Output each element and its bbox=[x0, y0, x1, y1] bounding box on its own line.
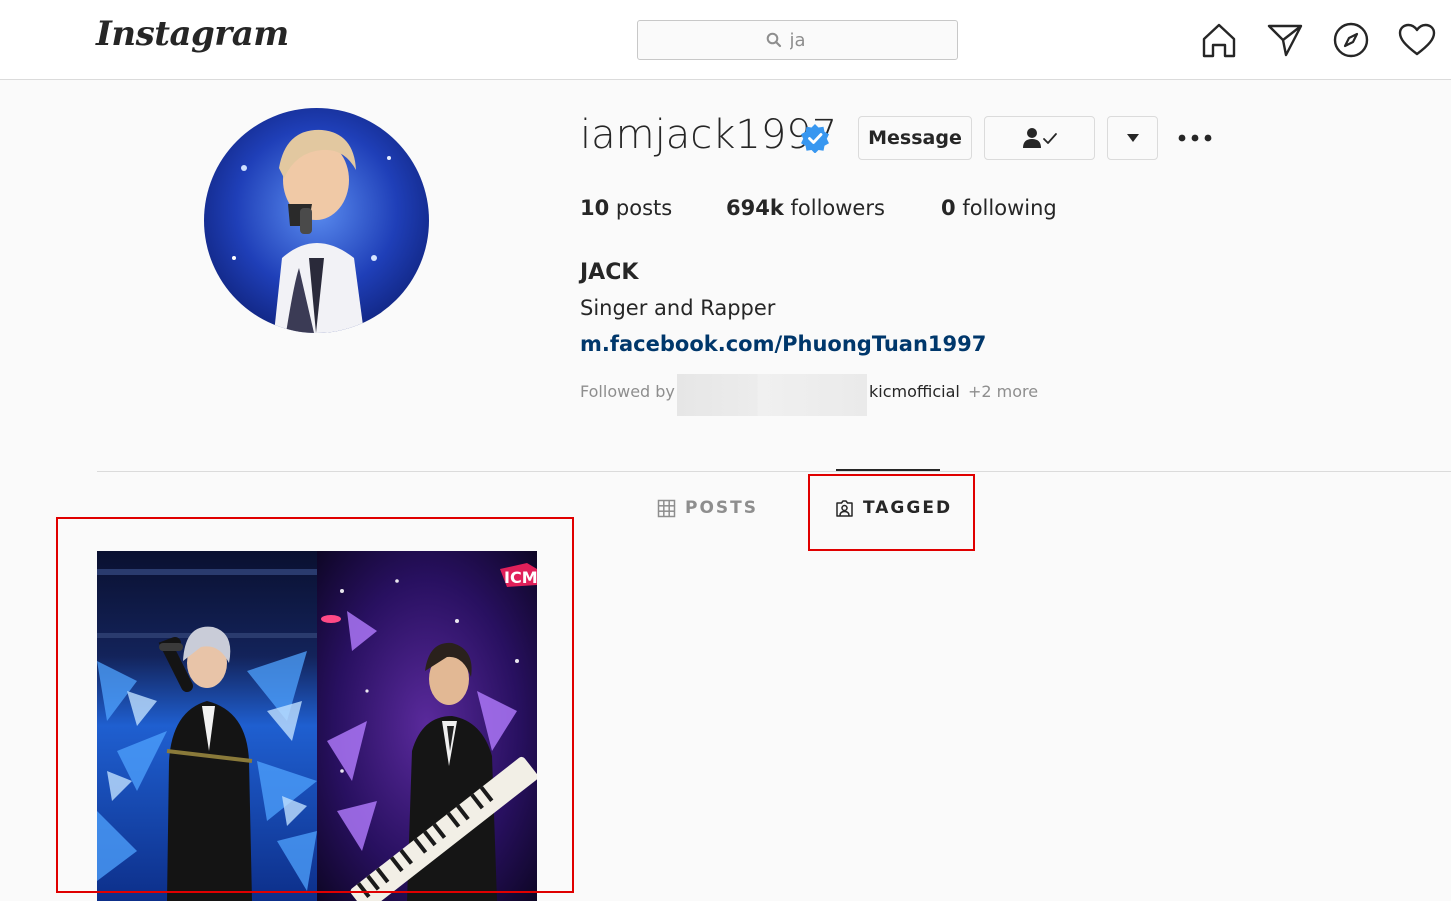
profile-full-name: JACK bbox=[580, 260, 639, 285]
posts-count: 10 bbox=[580, 196, 610, 220]
followers-label: followers bbox=[790, 196, 885, 220]
avatar-photo bbox=[204, 108, 429, 333]
home-icon[interactable] bbox=[1199, 20, 1239, 60]
verified-badge-icon bbox=[801, 124, 829, 153]
suggested-accounts-dropdown-button[interactable] bbox=[1107, 116, 1158, 160]
tagged-person-icon bbox=[836, 499, 853, 517]
search-input[interactable] bbox=[789, 29, 830, 51]
direct-messages-icon[interactable] bbox=[1265, 20, 1305, 60]
following-label: following bbox=[962, 196, 1057, 220]
explore-compass-icon[interactable] bbox=[1331, 20, 1371, 60]
tagged-post-image: ICM bbox=[97, 551, 537, 901]
posts-count-stat: 10 posts bbox=[580, 196, 672, 220]
followed-by-name[interactable]: kicmofficial bbox=[869, 382, 960, 401]
caret-down-icon bbox=[1126, 134, 1139, 142]
tab-posts-label: POSTS bbox=[685, 498, 758, 518]
profile-username: iamjack1997 bbox=[580, 112, 838, 158]
profile-bio: Singer and Rapper bbox=[580, 296, 776, 320]
profile-external-link[interactable]: m.facebook.com/PhuongTuan1997 bbox=[580, 332, 986, 356]
post-watermark: ICM bbox=[504, 568, 537, 587]
active-tab-indicator bbox=[836, 469, 940, 471]
following-status-button[interactable] bbox=[984, 116, 1095, 160]
tagged-post-thumbnail[interactable]: ICM bbox=[97, 551, 537, 901]
followers-stat[interactable]: 694k followers bbox=[726, 196, 885, 220]
person-check-icon bbox=[1022, 128, 1057, 148]
profile-avatar[interactable] bbox=[204, 108, 429, 333]
activity-heart-icon[interactable] bbox=[1397, 20, 1437, 60]
top-navigation: Instagram bbox=[0, 0, 1451, 80]
following-count: 0 bbox=[941, 196, 956, 220]
followers-count: 694k bbox=[726, 196, 784, 220]
tab-posts[interactable]: POSTS bbox=[657, 498, 758, 518]
grid-icon bbox=[657, 499, 676, 517]
followed-by-label: Followed by bbox=[580, 382, 675, 401]
blurred-follower-names bbox=[677, 374, 867, 416]
tab-tagged[interactable]: TAGGED bbox=[835, 498, 952, 518]
search-box[interactable] bbox=[637, 20, 958, 60]
more-options-icon[interactable] bbox=[1176, 124, 1214, 152]
posts-label: posts bbox=[615, 196, 673, 220]
profile-tabs-divider bbox=[97, 471, 1451, 472]
tab-tagged-label: TAGGED bbox=[863, 498, 953, 518]
search-icon bbox=[766, 32, 781, 48]
followed-by-more[interactable]: +2 more bbox=[968, 382, 1038, 401]
instagram-logo[interactable]: Instagram bbox=[96, 14, 289, 54]
message-button[interactable]: Message bbox=[858, 116, 972, 160]
following-stat[interactable]: 0 following bbox=[941, 196, 1057, 220]
